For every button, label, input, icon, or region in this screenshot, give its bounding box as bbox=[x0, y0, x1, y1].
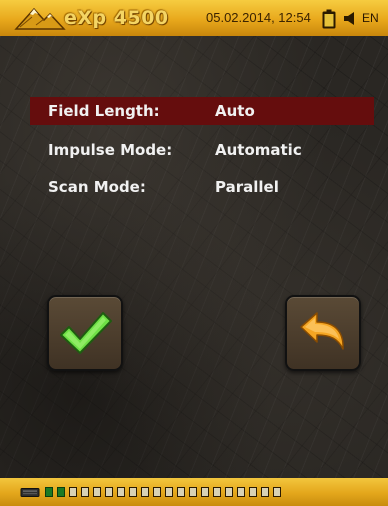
impulse-mode-value: Automatic bbox=[215, 141, 302, 159]
impulse-mode-label: Impulse Mode: bbox=[48, 141, 173, 159]
scan-mode-label: Scan Mode: bbox=[48, 178, 146, 196]
logo-text: eXp 4500 bbox=[64, 7, 169, 29]
settings-screen: Field Length: Auto Impulse Mode: Automat… bbox=[0, 36, 388, 478]
memory-segment bbox=[165, 487, 173, 497]
confirm-button[interactable] bbox=[47, 295, 123, 371]
language-indicator[interactable]: EN bbox=[362, 0, 379, 37]
memory-segment bbox=[249, 487, 257, 497]
memory-segment bbox=[273, 487, 281, 497]
memory-chip-icon bbox=[20, 488, 40, 497]
memory-segment bbox=[261, 487, 269, 497]
memory-segment bbox=[237, 487, 245, 497]
memory-segment bbox=[141, 487, 149, 497]
memory-segment bbox=[201, 487, 209, 497]
battery-icon bbox=[322, 9, 336, 29]
memory-level-indicator bbox=[45, 487, 285, 498]
field-length-value: Auto bbox=[215, 102, 255, 120]
memory-segment bbox=[105, 487, 113, 497]
memory-segment bbox=[129, 487, 137, 497]
memory-bar bbox=[0, 478, 388, 506]
settings-row-impulse-mode[interactable]: Impulse Mode: Automatic bbox=[30, 136, 374, 164]
status-bar: eXp 4500 05.02.2014, 12:54 EN bbox=[0, 0, 388, 36]
date-time: 05.02.2014, 12:54 bbox=[206, 10, 311, 25]
device-logo: eXp 4500 bbox=[14, 5, 190, 31]
memory-segment bbox=[213, 487, 221, 497]
memory-segment bbox=[177, 487, 185, 497]
mountain-logo-icon bbox=[14, 7, 66, 30]
memory-segment bbox=[45, 487, 53, 497]
memory-segment bbox=[93, 487, 101, 497]
checkmark-icon bbox=[60, 312, 112, 354]
back-arrow-icon bbox=[300, 312, 344, 350]
settings-row-scan-mode[interactable]: Scan Mode: Parallel bbox=[30, 173, 374, 201]
memory-segment bbox=[153, 487, 161, 497]
field-length-label: Field Length: bbox=[48, 102, 160, 120]
speaker-icon bbox=[344, 12, 354, 25]
memory-segment bbox=[81, 487, 89, 497]
scan-mode-value: Parallel bbox=[215, 178, 279, 196]
back-button[interactable] bbox=[285, 295, 361, 371]
device-screen: eXp 4500 05.02.2014, 12:54 EN Field Leng… bbox=[0, 0, 388, 506]
memory-segment bbox=[225, 487, 233, 497]
memory-segment bbox=[69, 487, 77, 497]
settings-row-field-length[interactable]: Field Length: Auto bbox=[30, 97, 374, 125]
memory-segment bbox=[57, 487, 65, 497]
memory-segment bbox=[117, 487, 125, 497]
memory-segment bbox=[189, 487, 197, 497]
